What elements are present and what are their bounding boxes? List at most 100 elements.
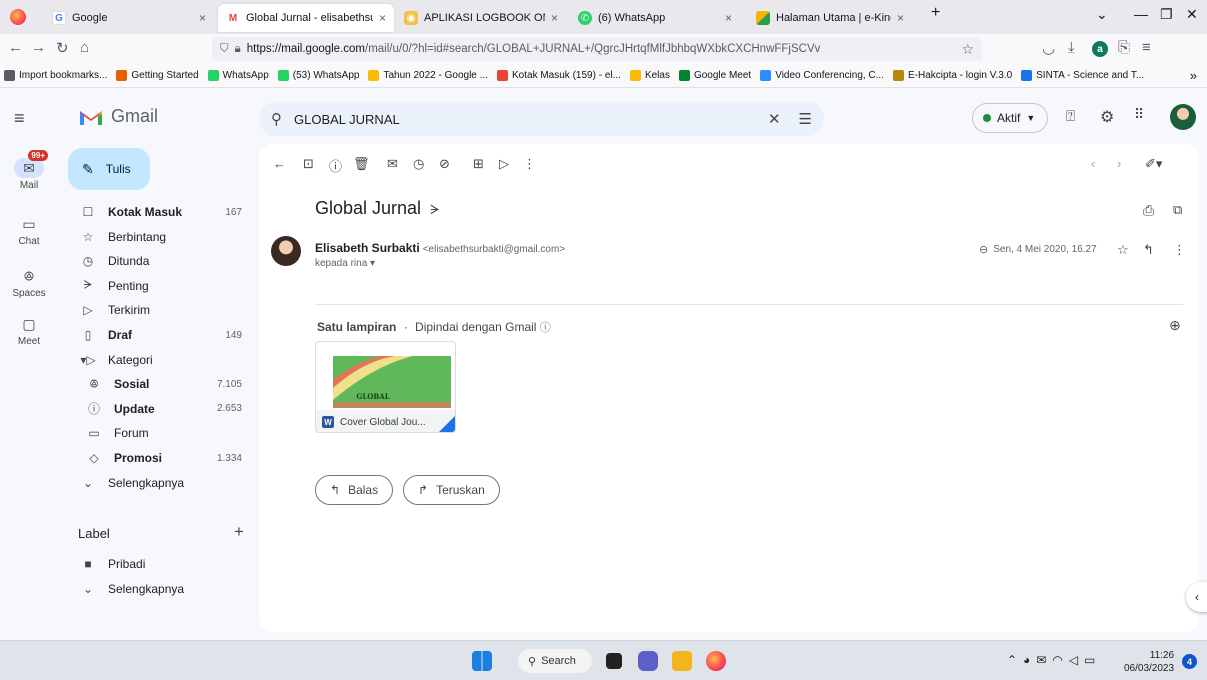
rail-meet[interactable]: ▢ Meet: [0, 314, 58, 348]
extension-icon[interactable]: a: [1092, 41, 1108, 57]
gmail-logo[interactable]: Gmail: [78, 106, 158, 127]
more-bookmarks-icon[interactable]: »: [1190, 68, 1197, 83]
sidebar-item-promosi[interactable]: ◇ Promosi 1.334: [58, 446, 258, 470]
sidebar-item-selengkapnya[interactable]: ⌄ Selengkapnya: [58, 471, 258, 495]
app-menu-icon[interactable]: ≡: [1142, 39, 1151, 56]
open-new-window-icon[interactable]: ⧉: [1173, 202, 1182, 218]
sidebar-item-ditunda[interactable]: ◷ Ditunda: [58, 249, 258, 273]
sidebar-item-update[interactable]: ⓘ Update 2.653: [58, 397, 258, 421]
bookmark-item[interactable]: WhatsApp: [207, 70, 269, 81]
clear-search-icon[interactable]: ✕: [768, 110, 781, 128]
print-icon[interactable]: ⎙: [1143, 202, 1154, 219]
tab-whatsapp[interactable]: ✆ (6) WhatsApp ×: [570, 4, 740, 32]
newer-icon[interactable]: ‹: [1091, 156, 1095, 171]
lock-icon[interactable]: 🔒︎: [235, 43, 241, 56]
search-icon[interactable]: ⚲: [271, 110, 282, 128]
bookmark-item[interactable]: Google Meet: [678, 70, 751, 81]
attachment-card[interactable]: GLOBAL W Cover Global Jou...: [315, 341, 456, 433]
search-bar[interactable]: ⚲ GLOBAL JURNAL ✕ ☰: [259, 102, 824, 136]
sidebar-item-draf[interactable]: ▯ Draf 149: [58, 323, 258, 347]
bookmark-item[interactable]: Tahun 2022 - Google ...: [368, 70, 488, 81]
downloads-icon[interactable]: ⤓: [1068, 39, 1075, 56]
save-to-drive-icon[interactable]: ⊕: [1169, 317, 1181, 334]
task-view-icon[interactable]: [606, 653, 622, 669]
tab-ekinerja[interactable]: Halaman Utama | e-Kinerja ×: [748, 4, 912, 32]
firefox-menu-icon[interactable]: [10, 9, 26, 25]
sidebar-item-kategori[interactable]: ▾▷ Kategori: [58, 348, 258, 372]
taskbar-search[interactable]: ⚲ Search: [518, 649, 592, 673]
forward-icon[interactable]: →: [31, 39, 46, 56]
shield-icon[interactable]: ⛉: [220, 43, 229, 56]
pocket-icon[interactable]: ◡: [1042, 39, 1055, 57]
star-icon[interactable]: ☆: [1117, 242, 1129, 258]
tab-gmail[interactable]: M Global Jurnal - elisabethsurbakti ×: [218, 4, 394, 32]
archive-icon[interactable]: ⊡: [303, 156, 314, 172]
settings-gear-icon[interactable]: ⚙: [1100, 107, 1114, 127]
bookmark-item[interactable]: E-Hakcipta - login V.3.0: [893, 70, 1012, 81]
tab-close-icon[interactable]: ×: [379, 11, 386, 25]
rail-spaces[interactable]: ꔮ Spaces: [0, 266, 58, 300]
move-to-icon[interactable]: ⊞: [473, 156, 484, 172]
tab-logbook[interactable]: ◉ APLIKASI LOGBOOK ONLINE v1 ×: [396, 4, 566, 32]
tab-google[interactable]: G Google ×: [44, 4, 214, 32]
sidebar-item-forum[interactable]: ▭ Forum: [58, 421, 258, 445]
new-tab-icon[interactable]: +: [931, 4, 940, 22]
clock[interactable]: 11:26 06/03/2023: [1124, 649, 1174, 675]
restore-icon[interactable]: ❐: [1160, 6, 1173, 23]
bookmark-item[interactable]: Kotak Masuk (159) - el...: [497, 70, 621, 81]
back-to-list-icon[interactable]: ←: [273, 156, 286, 171]
sidebar-item-berbintang[interactable]: ☆ Berbintang: [58, 225, 258, 249]
bookmark-item[interactable]: Getting Started: [116, 70, 199, 81]
teams-icon[interactable]: [638, 651, 658, 671]
recipient-details[interactable]: kepada rina ▾: [315, 258, 375, 269]
reload-icon[interactable]: ↻: [56, 39, 69, 57]
account-avatar[interactable]: [1170, 104, 1196, 130]
tab-close-icon[interactable]: ×: [199, 11, 206, 25]
list-tabs-icon[interactable]: ⌄: [1096, 6, 1108, 23]
back-icon[interactable]: ←: [8, 39, 23, 56]
search-options-icon[interactable]: ☰: [799, 110, 812, 128]
mark-unread-icon[interactable]: ✉: [387, 156, 398, 172]
reply-icon[interactable]: ↰: [1143, 242, 1154, 258]
report-spam-icon[interactable]: ⓘ: [329, 156, 342, 175]
sender-name[interactable]: Elisabeth Surbakti: [315, 241, 420, 255]
close-window-icon[interactable]: ✕: [1186, 6, 1198, 23]
help-icon[interactable]: ⍰: [1066, 108, 1075, 125]
minimize-icon[interactable]: —: [1134, 6, 1148, 22]
delete-icon[interactable]: 🗑︎: [353, 156, 370, 172]
system-tray-icons[interactable]: ⌃◕✉◠◁▭: [1007, 653, 1101, 667]
forward-button[interactable]: ↱ Teruskan: [403, 475, 500, 505]
tab-close-icon[interactable]: ×: [897, 11, 904, 25]
sender-avatar[interactable]: [271, 236, 301, 266]
bookmark-item[interactable]: (53) WhatsApp: [277, 70, 359, 81]
bookmark-item[interactable]: Import bookmarks...: [4, 70, 107, 81]
add-label-button[interactable]: +: [234, 522, 244, 542]
rail-mail[interactable]: ✉ 99+ Mail: [0, 150, 58, 191]
search-input[interactable]: GLOBAL JURNAL: [294, 112, 400, 127]
reply-button[interactable]: ↰ Balas: [315, 475, 394, 505]
status-selector[interactable]: Aktif ▼: [972, 103, 1048, 133]
bookmark-item[interactable]: Kelas: [629, 70, 670, 81]
important-marker-icon[interactable]: ᗒ: [430, 202, 439, 217]
sidebar-item-sosial[interactable]: ꔮ Sosial 7.105: [58, 372, 258, 396]
file-explorer-icon[interactable]: [672, 651, 692, 671]
extensions-puzzle-icon[interactable]: ⎘: [1118, 39, 1130, 56]
label-item[interactable]: ■ Pribadi: [58, 552, 258, 576]
more-options-icon[interactable]: ⋮: [523, 156, 536, 172]
older-icon[interactable]: ›: [1117, 156, 1121, 171]
notification-badge[interactable]: 4: [1182, 654, 1197, 669]
url-bar[interactable]: ⛉ 🔒︎ https://mail.google.com/mail/u/0/?h…: [212, 37, 982, 61]
firefox-icon[interactable]: [706, 651, 726, 671]
labels-icon[interactable]: ▷: [499, 156, 509, 172]
rail-chat[interactable]: ▭ Chat: [0, 214, 58, 248]
sidebar-item-terkirim[interactable]: ▷ Terkirim: [58, 298, 258, 322]
bookmark-star-icon[interactable]: ☆: [961, 41, 974, 58]
bookmark-item[interactable]: SINTA - Science and T...: [1021, 70, 1144, 81]
info-icon[interactable]: ⓘ: [540, 322, 551, 334]
sidebar-item-kotak-masuk[interactable]: ☐ Kotak Masuk 167: [58, 200, 258, 224]
tab-close-icon[interactable]: ×: [551, 11, 558, 25]
windows-start-icon[interactable]: [472, 651, 492, 671]
add-task-icon[interactable]: ⊘: [439, 156, 450, 172]
sidebar-item-penting[interactable]: ᗒ Penting: [58, 274, 258, 298]
input-tools-icon[interactable]: ✐▾: [1145, 156, 1162, 172]
